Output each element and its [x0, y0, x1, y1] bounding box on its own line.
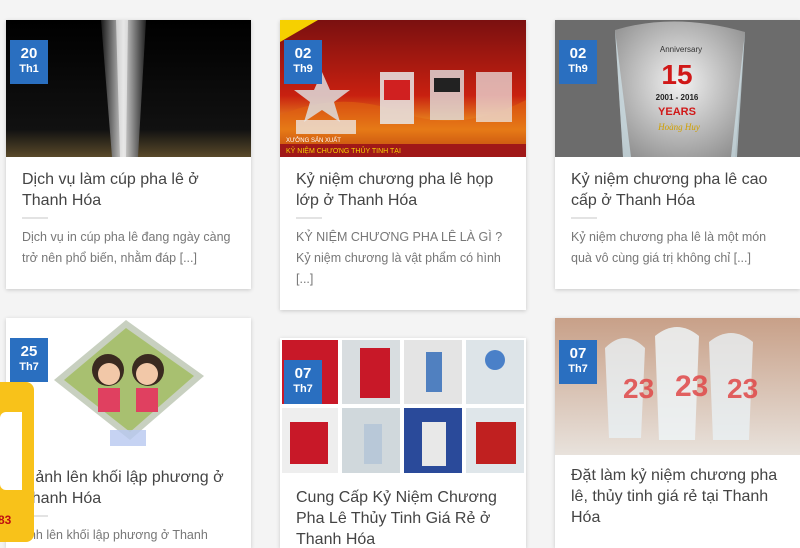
post-title[interactable]: Kỷ niệm chương pha lê họp lớp ở Thanh Hó… [296, 169, 512, 211]
date-month: Th9 [293, 63, 313, 75]
date-day: 07 [569, 345, 587, 362]
post-title[interactable]: Đặt làm kỷ niệm chương pha lê, thủy tinh… [571, 465, 786, 528]
date-day: 07 [294, 365, 312, 382]
post-card[interactable]: 07 Th7 Cung Cấp Kỷ Niệm Chương Pha Lê Th… [280, 338, 526, 548]
award-engraving: 23 [675, 370, 708, 403]
widget-number: 83 [0, 513, 12, 527]
post-excerpt: Dịch vụ in cúp pha lê đang ngày càng trở… [22, 230, 231, 265]
post-excerpt: ảnh lên khối lập phương ở Thanh [22, 528, 208, 542]
plaque-text: 2001 - 2016 [656, 93, 699, 102]
post-title[interactable]: n ảnh lên khối lập phương ở Thanh Hóa [22, 467, 237, 509]
date-day: 02 [569, 45, 587, 62]
date-badge: 07 Th7 [284, 360, 322, 404]
banner-text: XƯỞNG SẢN XUẤT [286, 137, 341, 144]
post-thumbnail[interactable] [280, 338, 526, 475]
date-badge: 20 Th1 [10, 40, 48, 84]
avatar [0, 412, 22, 490]
post-thumbnail[interactable]: 23 23 23 [555, 318, 800, 455]
post-card[interactable]: 20 Th1 Dịch vụ làm cúp pha lê ở Thanh Hó… [6, 20, 251, 289]
post-card[interactable]: 23 23 23 07 Th7 Đặt làm kỷ niệm chương p… [555, 318, 800, 548]
post-card[interactable]: 25 Th7 n ảnh lên khối lập phương ở Thanh… [6, 318, 251, 548]
floating-contact-widget[interactable]: 83 [0, 382, 34, 542]
post-card[interactable]: XƯỞNG SẢN XUẤT KỶ NIỆM CHƯƠNG THỦY TINH … [280, 20, 526, 310]
post-card[interactable]: Anniversary 15 2001 - 2016 YEARS Hoàng H… [555, 20, 800, 289]
date-badge: 25 Th7 [10, 338, 48, 382]
title-divider [571, 217, 597, 219]
product-grid-image [280, 338, 526, 475]
date-month: Th7 [19, 361, 39, 373]
glass-awards-image: 23 23 23 [555, 318, 800, 455]
post-excerpt: Kỷ niệm chương pha lê là một món quà vô … [571, 230, 767, 265]
date-month: Th7 [293, 383, 313, 395]
date-badge: 02 Th9 [559, 40, 597, 84]
award-engraving: 23 [727, 373, 758, 404]
date-day: 02 [294, 45, 312, 62]
date-month: Th1 [19, 63, 39, 75]
plaque-text: Anniversary [660, 45, 702, 54]
plaque-number: 15 [661, 59, 692, 90]
date-month: Th7 [568, 363, 588, 375]
plaque-text: YEARS [658, 106, 696, 118]
plaque-text: Hoàng Huy [657, 122, 700, 132]
date-badge: 07 Th7 [559, 340, 597, 384]
date-month: Th9 [568, 63, 588, 75]
post-title[interactable]: Cung Cấp Kỷ Niệm Chương Pha Lê Thủy Tinh… [296, 487, 512, 548]
post-title[interactable]: Dịch vụ làm cúp pha lê ở Thanh Hóa [22, 169, 237, 211]
date-day: 20 [20, 45, 38, 62]
post-title[interactable]: Kỷ niệm chương pha lê cao cấp ở Thanh Hó… [571, 169, 786, 211]
date-badge: 02 Th9 [284, 40, 322, 84]
banner-text: KỶ NIỆM CHƯƠNG THỦY TINH TẠI [286, 146, 401, 155]
award-engraving: 23 [623, 373, 654, 404]
title-divider [22, 217, 48, 219]
title-divider [296, 217, 322, 219]
date-day: 25 [20, 343, 38, 360]
post-excerpt: KỶ NIỆM CHƯƠNG PHA LÊ LÀ GÌ ? Kỷ niệm ch… [296, 230, 503, 286]
